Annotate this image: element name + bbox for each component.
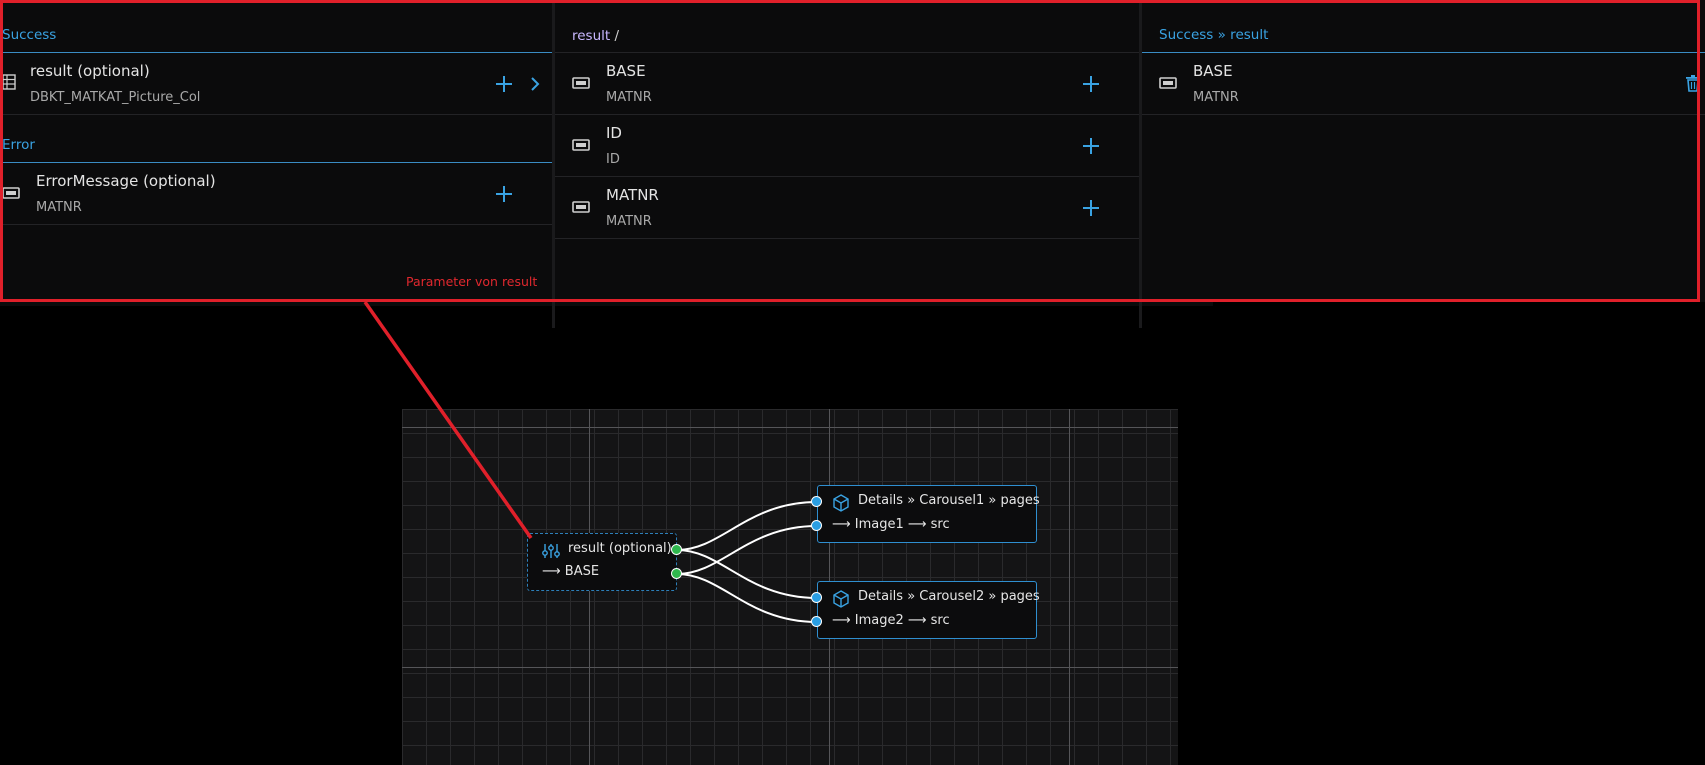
add-button[interactable] [496, 76, 512, 92]
row-subtitle: MATNR [1193, 90, 1239, 105]
row-title: result (optional) [30, 62, 150, 80]
target-node[interactable]: Details » Carousel1 » pages ⟶ Image1 ⟶ s… [817, 485, 1040, 543]
connection-line [676, 549, 818, 599]
column-divider [552, 0, 555, 328]
node-field: ⟶ Image2 ⟶ src [832, 613, 950, 628]
node-field: ⟶ BASE [542, 564, 600, 579]
node-title: result (optional) [568, 541, 672, 556]
row-title: ID [606, 124, 622, 142]
cube-icon [833, 494, 849, 512]
row-subtitle: MATNR [606, 90, 652, 105]
row-subtitle: DBKT_MATKAT_Picture_Col [30, 90, 201, 105]
input-port[interactable] [811, 496, 822, 507]
output-port[interactable] [671, 568, 682, 579]
sliders-icon [542, 544, 560, 558]
row-title: MATNR [606, 186, 659, 204]
input-port[interactable] [811, 616, 822, 627]
section-header-success: Success [2, 27, 57, 43]
node-title: Details » Carousel2 » pages [858, 589, 1040, 604]
input-port[interactable] [811, 520, 822, 531]
breadcrumb-link[interactable]: result [572, 28, 610, 44]
panels-background [0, 0, 1705, 306]
field-icon [572, 201, 590, 213]
row-subtitle: MATNR [36, 200, 82, 215]
add-button[interactable] [1083, 138, 1099, 154]
output-port[interactable] [671, 544, 682, 555]
field-icon [572, 77, 590, 89]
add-button[interactable] [496, 186, 512, 202]
row-subtitle: MATNR [606, 214, 652, 229]
row-title: ErrorMessage (optional) [36, 172, 216, 190]
connection-line [676, 525, 818, 575]
row-divider [0, 114, 552, 115]
add-button[interactable] [1083, 76, 1099, 92]
breadcrumb: Success » result [1159, 27, 1269, 43]
row-divider [1142, 114, 1705, 115]
column-divider [1139, 0, 1142, 328]
connection-line [676, 573, 818, 623]
add-button[interactable] [1083, 200, 1099, 216]
row-title: BASE [606, 62, 646, 80]
annotation-label: Parameter von result [406, 274, 538, 289]
field-icon [2, 187, 20, 199]
panel-gap [1213, 302, 1705, 332]
source-node[interactable]: result (optional) ⟶ BASE [527, 533, 677, 591]
field-icon [572, 139, 590, 151]
input-port[interactable] [811, 592, 822, 603]
row-divider [555, 238, 1139, 239]
row-divider [555, 52, 1139, 53]
chevron-right-icon[interactable] [530, 76, 540, 92]
section-divider [0, 52, 552, 53]
node-title: Details » Carousel1 » pages [858, 493, 1040, 508]
trash-icon[interactable] [1686, 75, 1700, 92]
breadcrumb: result / [572, 28, 619, 44]
mapping-canvas[interactable]: result (optional) ⟶ BASE Details » Carou… [402, 409, 1178, 765]
row-title: BASE [1193, 62, 1233, 80]
section-divider [0, 162, 552, 163]
section-header-error: Error [2, 137, 35, 153]
connection-line [676, 501, 818, 551]
cube-icon [833, 590, 849, 608]
node-field: ⟶ Image1 ⟶ src [832, 517, 950, 532]
field-icon [1159, 77, 1177, 89]
breadcrumb-separator: / [614, 28, 620, 44]
section-divider [1142, 52, 1705, 53]
target-node[interactable]: Details » Carousel2 » pages ⟶ Image2 ⟶ s… [817, 581, 1040, 639]
row-divider [0, 224, 552, 225]
connection-lines [676, 501, 818, 623]
row-divider [555, 114, 1139, 115]
row-subtitle: ID [606, 152, 620, 167]
row-divider [555, 176, 1139, 177]
table-icon [2, 74, 16, 90]
